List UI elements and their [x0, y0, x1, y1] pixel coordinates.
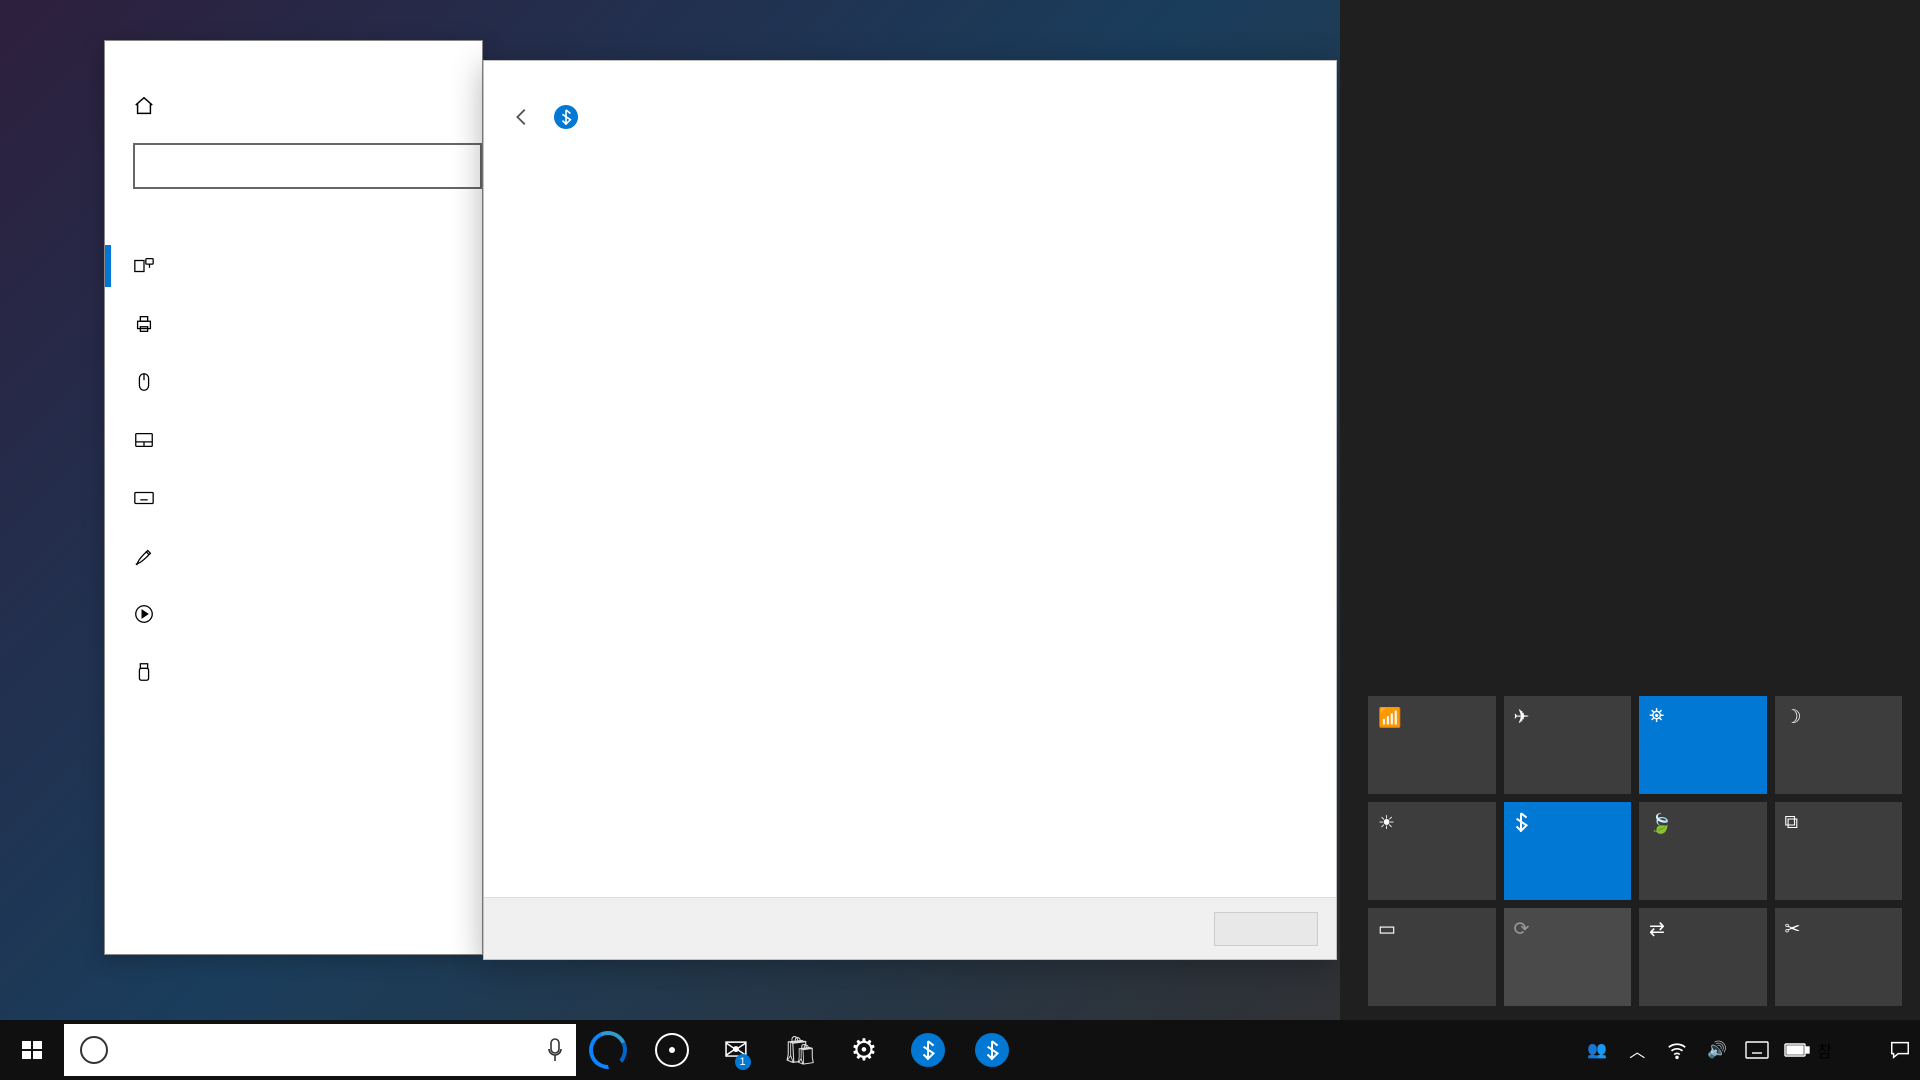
- taskbar-app-store[interactable]: 🛍: [768, 1020, 832, 1080]
- qa-project[interactable]: ⧉: [1775, 802, 1903, 900]
- chevron-up-icon: ︿: [1629, 1038, 1645, 1062]
- back-button[interactable]: [504, 99, 540, 135]
- sidebar-item-bluetooth[interactable]: [105, 237, 482, 295]
- sidebar-item-autoplay[interactable]: [105, 585, 482, 643]
- start-button[interactable]: [0, 1020, 64, 1080]
- sidebar-item-usb[interactable]: [105, 643, 482, 701]
- tray-overflow[interactable]: ︿: [1617, 1020, 1657, 1080]
- action-center: 📶 ✈ ⛯ ☽ ☀ 🍃 ⧉ ▭ ⟳ ⇄ ✂: [1340, 0, 1920, 1020]
- bluetooth-icon: [975, 1033, 1009, 1067]
- tray-wifi[interactable]: [1657, 1020, 1697, 1080]
- usb-icon: [133, 661, 155, 683]
- nearby-share-icon: ⇄: [1649, 918, 1757, 940]
- qa-nearby-sharing[interactable]: ⇄: [1639, 908, 1767, 1006]
- category-header: [105, 189, 482, 237]
- taskbar-search-input[interactable]: [122, 1038, 532, 1062]
- airplane-icon: ✈: [1514, 706, 1622, 728]
- mail-icon: ✉1: [723, 1033, 748, 1068]
- qa-rotation-lock: ⟳: [1504, 908, 1632, 1006]
- sidebar-item-pen[interactable]: [105, 527, 482, 585]
- tray-volume[interactable]: 🔊: [1697, 1020, 1737, 1080]
- taskbar-app-bluetooth-1[interactable]: [896, 1020, 960, 1080]
- taskbar: ✉1 🛍 ⚙ 👥 ︿ 🔊 참: [0, 1020, 1920, 1080]
- next-button: [1214, 912, 1318, 946]
- bluetooth-icon: [1514, 812, 1622, 834]
- wifi-icon: [1666, 1039, 1688, 1061]
- taskbar-app-groove[interactable]: [640, 1020, 704, 1080]
- autoplay-icon: [133, 603, 155, 625]
- settings-window: [104, 40, 483, 955]
- notification-icon: [1889, 1039, 1911, 1061]
- quick-actions-grid: 📶 ✈ ⛯ ☽ ☀ 🍃 ⧉ ▭ ⟳ ⇄ ✂: [1368, 696, 1902, 1006]
- bluetooth-devices-icon: [133, 255, 155, 277]
- qa-bluetooth[interactable]: [1504, 802, 1632, 900]
- printer-icon: [133, 313, 155, 335]
- home-nav[interactable]: [105, 59, 482, 143]
- qa-network[interactable]: 📶: [1368, 696, 1496, 794]
- tray-people[interactable]: 👥: [1577, 1020, 1617, 1080]
- cortana-icon: [80, 1036, 108, 1064]
- rotation-lock-icon: ⟳: [1514, 918, 1622, 940]
- qa-screen-snip[interactable]: ✂: [1775, 908, 1903, 1006]
- volume-icon: 🔊: [1707, 1040, 1727, 1060]
- pen-icon: [133, 545, 155, 567]
- mouse-icon: [133, 371, 155, 393]
- sun-icon: ☀: [1378, 812, 1486, 834]
- tray-input[interactable]: [1737, 1020, 1777, 1080]
- sidebar-item-typing[interactable]: [105, 469, 482, 527]
- taskbar-app-mail[interactable]: ✉1: [704, 1020, 768, 1080]
- bluetooth-icon: [911, 1033, 945, 1067]
- taskbar-app-bluetooth-2[interactable]: [960, 1020, 1024, 1080]
- sidebar-item-mouse[interactable]: [105, 353, 482, 411]
- dialog-footer: [484, 897, 1336, 959]
- settings-search-input[interactable]: [149, 155, 466, 178]
- home-icon: [133, 95, 155, 117]
- tray-action-center[interactable]: [1880, 1020, 1920, 1080]
- settings-search[interactable]: [133, 143, 482, 189]
- tablet-icon: ▭: [1378, 918, 1486, 940]
- qa-tablet-mode[interactable]: ▭: [1368, 908, 1496, 1006]
- project-icon: ⧉: [1785, 812, 1893, 834]
- moon-icon: ☽: [1785, 706, 1893, 728]
- qa-location[interactable]: ⛯: [1639, 696, 1767, 794]
- settings-title: [105, 41, 482, 59]
- touchpad-icon: [133, 429, 155, 451]
- people-icon: 👥: [1587, 1040, 1607, 1060]
- taskbar-search[interactable]: [64, 1024, 576, 1076]
- sidebar-item-touchpad[interactable]: [105, 411, 482, 469]
- bluetooth-icon: [554, 105, 578, 129]
- battery-leaf-icon: 🍃: [1649, 812, 1757, 834]
- bluetooth-transfer-dialog: [483, 60, 1337, 960]
- sidebar-item-printers[interactable]: [105, 295, 482, 353]
- taskbar-app-edge[interactable]: [576, 1020, 640, 1080]
- snip-icon: ✂: [1785, 918, 1893, 940]
- store-icon: 🛍: [782, 1034, 818, 1067]
- keyboard-icon: [133, 487, 155, 509]
- edge-icon: [584, 1026, 633, 1075]
- qa-flight-mode[interactable]: ✈: [1504, 696, 1632, 794]
- battery-icon: [1784, 1042, 1810, 1058]
- tray-battery[interactable]: [1777, 1020, 1817, 1080]
- qa-battery-saver[interactable]: 🍃: [1639, 802, 1767, 900]
- location-icon: ⛯: [1649, 706, 1757, 728]
- qa-focus-assist[interactable]: ☽: [1775, 696, 1903, 794]
- qa-night-light[interactable]: ☀: [1368, 802, 1496, 900]
- network-icon: 📶: [1378, 706, 1486, 728]
- taskbar-app-settings[interactable]: ⚙: [832, 1020, 896, 1080]
- mic-icon[interactable]: [546, 1037, 564, 1063]
- gear-icon: ⚙: [851, 1033, 878, 1068]
- keyboard-icon: [1745, 1041, 1769, 1059]
- groove-icon: [655, 1033, 689, 1067]
